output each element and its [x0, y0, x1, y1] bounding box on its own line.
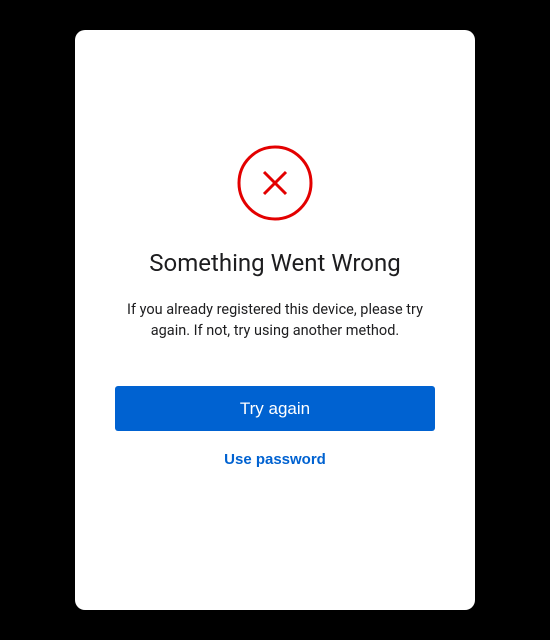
error-title: Something Went Wrong	[149, 249, 400, 277]
error-message: If you already registered this device, p…	[125, 299, 425, 341]
use-password-button[interactable]: Use password	[224, 451, 326, 468]
x-circle-icon	[237, 145, 313, 225]
error-dialog: Something Went Wrong If you already regi…	[75, 30, 475, 610]
try-again-button[interactable]: Try again	[115, 386, 435, 431]
